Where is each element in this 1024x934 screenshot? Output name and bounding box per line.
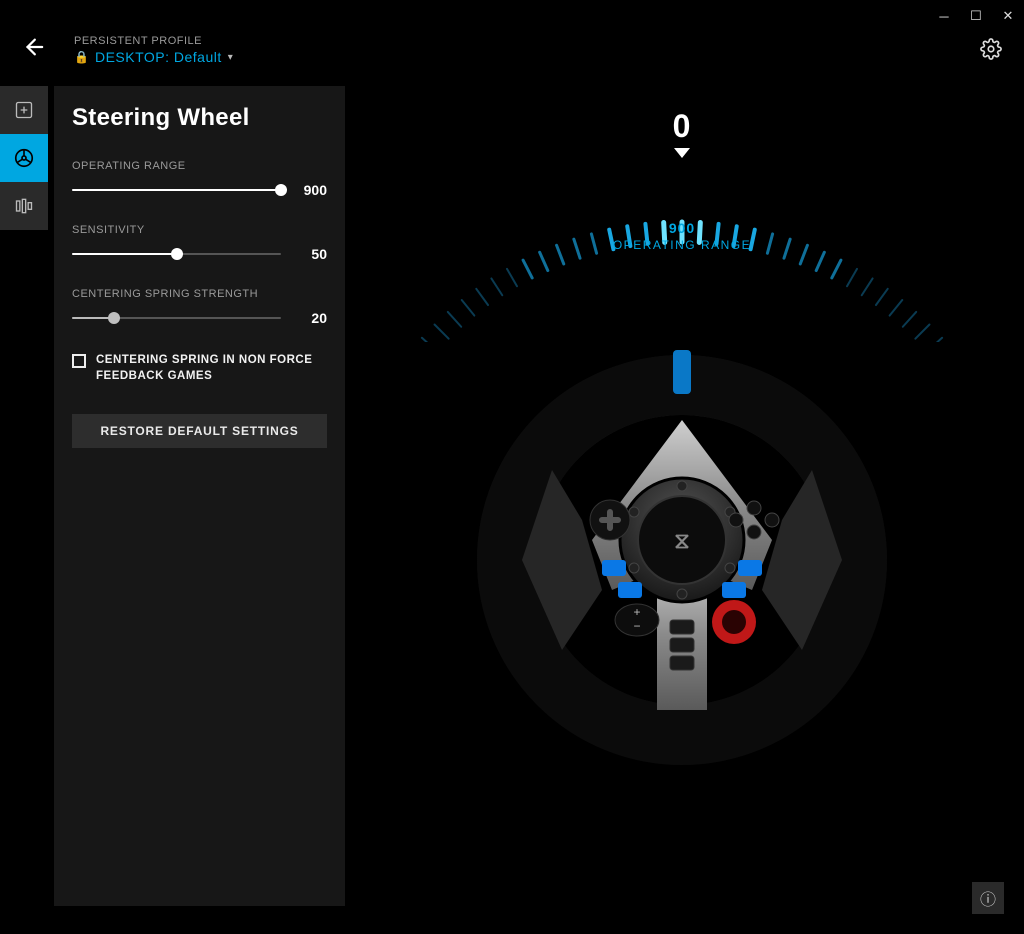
checkbox-box <box>72 354 86 368</box>
profile-heading: PERSISTENT PROFILE <box>74 35 233 47</box>
sidebar-add-profile[interactable] <box>0 86 48 134</box>
info-button[interactable]: ⓘ <box>972 882 1004 914</box>
svg-text:−: − <box>633 619 640 633</box>
checkbox-label: CENTERING SPRING IN NON FORCE FEEDBACK G… <box>96 352 327 384</box>
sidebar-wheel-tab[interactable] <box>0 134 48 182</box>
profile-selector[interactable]: 🔒 DESKTOP: Default ▾ <box>74 49 233 65</box>
panel-title: Steering Wheel <box>72 104 327 132</box>
operating-range-gauge <box>402 172 962 342</box>
window-maximize-button[interactable]: ☐ <box>966 6 986 26</box>
sidebar-pedals-tab[interactable] <box>0 182 48 230</box>
gauge-range-value: 900 <box>669 220 695 236</box>
operating-range-slider[interactable] <box>72 182 281 198</box>
settings-panel: Steering Wheel OPERATING RANGE 900 SENSI… <box>54 86 345 906</box>
setting-operating-range: OPERATING RANGE 900 <box>72 160 327 198</box>
profile-desktop-label: DESKTOP: Default <box>95 49 222 65</box>
operating-range-value: 900 <box>293 182 327 198</box>
operating-range-label: OPERATING RANGE <box>72 160 327 172</box>
steering-wheel-graphic: ⧖ + − <box>452 330 912 790</box>
angle-readout: 0 <box>673 108 692 145</box>
centering-spring-label: CENTERING SPRING STRENGTH <box>72 288 327 300</box>
centering-spring-slider[interactable] <box>72 310 281 326</box>
lock-icon: 🔒 <box>74 50 89 64</box>
sensitivity-slider[interactable] <box>72 246 281 262</box>
settings-button[interactable] <box>980 38 1002 66</box>
restore-defaults-button[interactable]: RESTORE DEFAULT SETTINGS <box>72 414 327 448</box>
window-close-button[interactable]: ✕ <box>998 6 1018 26</box>
svg-text:⧖: ⧖ <box>674 528 689 553</box>
angle-indicator-arrow <box>674 148 690 158</box>
back-button[interactable] <box>20 36 46 64</box>
centering-spring-checkbox[interactable]: CENTERING SPRING IN NON FORCE FEEDBACK G… <box>72 352 327 384</box>
chevron-down-icon: ▾ <box>228 52 233 63</box>
setting-sensitivity: SENSITIVITY 50 <box>72 224 327 262</box>
setting-centering-spring: CENTERING SPRING STRENGTH 20 <box>72 288 327 326</box>
centering-spring-value: 20 <box>293 310 327 326</box>
sensitivity-label: SENSITIVITY <box>72 224 327 236</box>
window-minimize-button[interactable]: ─ <box>934 6 954 26</box>
svg-text:+: + <box>633 605 640 619</box>
gauge-range-label: OPERATING RANGE <box>613 238 751 252</box>
sensitivity-value: 50 <box>293 246 327 262</box>
